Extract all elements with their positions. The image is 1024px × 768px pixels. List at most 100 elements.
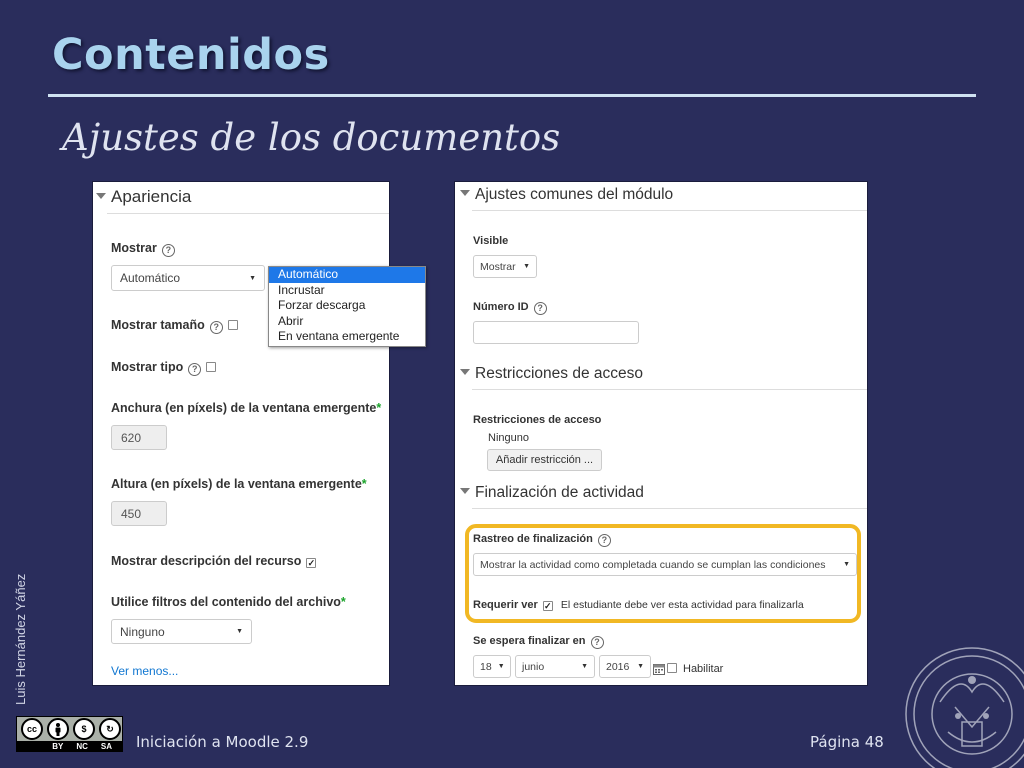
mostrar-tipo-label: Mostrar tipo (111, 360, 184, 374)
help-icon[interactable]: ? (597, 534, 611, 547)
rastreo-select[interactable]: Mostrar la actividad como completada cua… (473, 553, 857, 576)
requerir-ver-description: El estudiante debe ver esta actividad pa… (560, 599, 804, 611)
cc-icons-row: cc $ ↻ (17, 717, 122, 741)
collapse-caret-icon (460, 488, 470, 494)
restricciones-value: Ninguno (488, 432, 529, 444)
required-marker: * (340, 595, 346, 609)
mostrar-descripcion-field: Mostrar descripción del recurso ✓ (111, 554, 317, 568)
restricciones-label: Restricciones de acceso (473, 414, 602, 426)
mostrar-field: Mostrar? (111, 241, 175, 257)
anchura-field: Anchura (en píxels) de la ventana emerge… (111, 401, 381, 415)
mostrar-descripcion-label: Mostrar descripción del recurso (111, 554, 302, 568)
cc-license-badge: cc $ ↻ BY NC SA (16, 716, 123, 752)
dropdown-arrow-icon: ▼ (581, 663, 588, 670)
mostrar-tamano-label: Mostrar tamaño (111, 318, 205, 332)
requerir-ver-label: Requerir ver (473, 599, 538, 611)
collapse-caret-icon (460, 369, 470, 375)
title-divider (48, 94, 976, 97)
month-select[interactable]: junio ▼ (515, 655, 595, 678)
section-title: Finalización de actividad (475, 484, 644, 501)
help-icon[interactable]: ? (533, 302, 547, 315)
help-icon[interactable]: ? (161, 244, 175, 257)
numero-id-input[interactable] (473, 321, 639, 344)
espera-label: Se espera finalizar en (473, 635, 586, 647)
dropdown-arrow-icon: ▼ (637, 663, 644, 670)
mostrar-label: Mostrar (111, 241, 157, 255)
altura-label: Altura (en píxels) de la ventana emergen… (111, 477, 362, 491)
required-marker: * (376, 401, 382, 415)
slide-title: Contenidos (52, 30, 330, 80)
year-select[interactable]: 2016 ▼ (599, 655, 651, 678)
section-header-restricciones[interactable]: Restricciones de acceso (460, 365, 643, 383)
attribution-icon (47, 718, 69, 740)
option-abrir[interactable]: Abrir (269, 314, 425, 330)
habilitar-field: Habilitar (667, 663, 723, 675)
requerir-ver-checkbox[interactable]: ✓ (542, 601, 553, 611)
filtros-select-value: Ninguno (120, 624, 165, 639)
option-incrustar[interactable]: Incrustar (269, 283, 425, 299)
add-restriction-button[interactable]: Añadir restricción ... (487, 449, 602, 471)
collapse-caret-icon (460, 190, 470, 196)
mostrar-tipo-field: Mostrar tipo? (111, 360, 217, 376)
dropdown-arrow-icon: ▼ (523, 263, 530, 270)
dropdown-arrow-icon: ▼ (249, 274, 256, 282)
cc-logo-icon: cc (21, 718, 43, 740)
footer-course-title: Iniciación a Moodle 2.9 (136, 733, 309, 751)
section-divider (472, 389, 867, 390)
help-icon[interactable]: ? (209, 321, 223, 334)
rastreo-label: Rastreo de finalización (473, 533, 593, 545)
numero-id-label: Número ID (473, 301, 529, 313)
cc-sa-label: SA (100, 742, 112, 751)
option-ventana-emergente[interactable]: En ventana emergente (269, 329, 425, 345)
author-name: Luis Hernández Yáñez (13, 573, 28, 705)
required-marker: * (361, 477, 367, 491)
dropdown-arrow-icon: ▼ (497, 663, 505, 670)
cc-by-label: BY (52, 742, 64, 751)
section-divider (472, 508, 867, 509)
altura-input[interactable]: 450 (111, 501, 167, 526)
cc-terms-row: BY NC SA (17, 741, 122, 752)
requerir-ver-field: Requerir ver ✓ El estudiante debe ver est… (473, 599, 804, 611)
day-select-value: 18 (480, 660, 492, 673)
section-header-ajustes-comunes[interactable]: Ajustes comunes del módulo (460, 186, 673, 204)
mostrar-tamano-checkbox[interactable] (227, 320, 238, 330)
help-icon[interactable]: ? (188, 363, 202, 376)
section-title: Apariencia (111, 187, 192, 206)
rastreo-select-value: Mostrar la actividad como completada cua… (480, 558, 826, 571)
section-divider (107, 213, 389, 214)
filtros-field: Utilice filtros del contenido del archiv… (111, 595, 346, 609)
anchura-input[interactable]: 620 (111, 425, 167, 450)
habilitar-label: Habilitar (683, 663, 724, 675)
appearance-settings-panel: Apariencia Mostrar? Automático ▼ Mostrar … (93, 182, 389, 685)
mostrar-options-list[interactable]: Automático Incrustar Forzar descarga Abr… (268, 266, 426, 347)
option-forzar-descarga[interactable]: Forzar descarga (269, 298, 425, 314)
day-select[interactable]: 18 ▼ (473, 655, 511, 678)
habilitar-checkbox[interactable] (667, 663, 677, 673)
calendar-icon[interactable] (653, 662, 665, 675)
option-automatico[interactable]: Automático (269, 267, 425, 283)
section-divider (472, 210, 867, 211)
section-title: Ajustes comunes del módulo (475, 186, 674, 203)
dropdown-arrow-icon: ▼ (843, 561, 850, 568)
cc-nc-label: NC (76, 742, 88, 751)
mostrar-select[interactable]: Automático ▼ (111, 265, 265, 291)
year-select-value: 2016 (606, 660, 630, 673)
help-icon[interactable]: ? (590, 636, 604, 649)
visible-select[interactable]: Mostrar ▼ (473, 255, 537, 278)
ver-menos-link[interactable]: Ver menos... (111, 664, 178, 678)
altura-field: Altura (en píxels) de la ventana emergen… (111, 477, 367, 491)
filtros-select[interactable]: Ninguno ▼ (111, 619, 252, 644)
module-settings-panel: Ajustes comunes del módulo Visible Mostr… (455, 182, 867, 685)
mostrar-descripcion-checkbox[interactable]: ✓ (306, 558, 317, 568)
footer-page-number: Página 48 (810, 733, 884, 751)
month-select-value: junio (522, 660, 545, 673)
section-header-finalizacion[interactable]: Finalización de actividad (460, 484, 644, 502)
university-seal-icon (905, 647, 1024, 768)
anchura-label: Anchura (en píxels) de la ventana emerge… (111, 401, 377, 415)
mostrar-tipo-checkbox[interactable] (206, 362, 217, 372)
section-header-apariencia[interactable]: Apariencia (96, 187, 191, 207)
numero-id-field: Número ID? (473, 301, 547, 315)
noncommercial-icon: $ (73, 718, 95, 740)
section-title: Restricciones de acceso (475, 365, 643, 382)
mostrar-tamano-field: Mostrar tamaño? (111, 318, 238, 334)
